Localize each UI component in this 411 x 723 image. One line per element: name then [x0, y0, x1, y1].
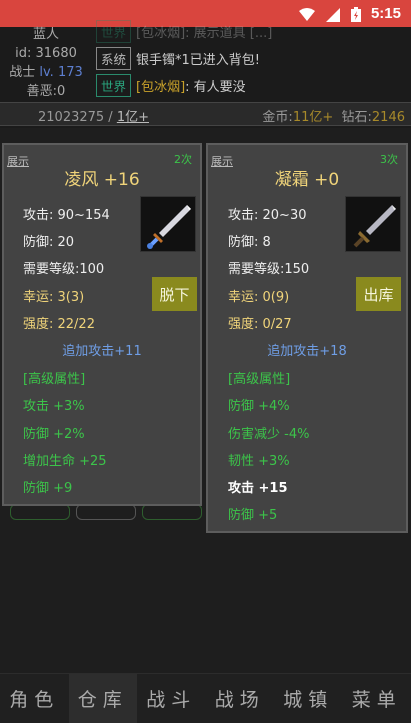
- attack-stat: 攻击: 90~154: [23, 208, 110, 223]
- bottom-nav: 角色 仓库 战斗 战场 城镇 菜单: [0, 673, 411, 723]
- luck-stat: 幸运: 0(9): [228, 290, 290, 305]
- grid-slot[interactable]: [142, 504, 202, 520]
- attribute-item: 攻击 +3%: [23, 399, 85, 414]
- unequip-button[interactable]: 脱下: [152, 277, 197, 311]
- warehouse-item-panel: 展示 3次 凝霜 +0 攻击: 20~30 防御: 8 需要等级:150 幸运:…: [206, 143, 408, 533]
- attack-stat: 攻击: 20~30: [228, 208, 307, 223]
- defense-stat: 防御: 8: [228, 235, 271, 250]
- sword-icon: [345, 196, 401, 252]
- chat-line[interactable]: 世界 [包冰烟] : 有人要没: [96, 72, 411, 99]
- attribute-item: 防御 +5: [228, 508, 278, 523]
- extra-attack: 追加攻击+18: [267, 344, 347, 359]
- advanced-attributes-header: [高级属性]: [23, 372, 86, 387]
- bag-capacity[interactable]: 21023275 / 1亿+: [38, 106, 149, 125]
- grid-slot[interactable]: [10, 504, 70, 520]
- player-info: 蓝人 id: 31680 战士 lv. 173 善恶:0: [0, 25, 92, 101]
- chat-panel: 世界 [包冰烟]: 展示道具 [...] 系统 银手镯*1已进入背包! 世界 […: [96, 18, 411, 99]
- required-level: 需要等级:150: [228, 262, 310, 277]
- tab-battle[interactable]: 战斗: [137, 674, 206, 723]
- player-karma: 善恶:0: [26, 84, 66, 99]
- tab-character[interactable]: 角色: [0, 674, 69, 723]
- luck-stat: 幸运: 3(3): [23, 290, 85, 305]
- attribute-item: 韧性 +3%: [228, 454, 290, 469]
- chat-line[interactable]: 系统 银手镯*1已进入背包!: [96, 45, 411, 72]
- attribute-item: 攻击 +15: [228, 481, 288, 496]
- strength-stat: 强度: 22/22: [23, 317, 95, 332]
- currency-bar: 21023275 / 1亿+ 金币:11亿+ 钻石:2146: [0, 102, 411, 126]
- attribute-item: 增加生命 +25: [23, 454, 107, 469]
- required-level: 需要等级:100: [23, 262, 105, 277]
- attribute-item: 防御 +4%: [228, 399, 290, 414]
- sword-icon: [140, 196, 196, 252]
- chat-text: 银手镯*1已进入背包!: [136, 53, 260, 68]
- chat-channel: 世界: [96, 20, 132, 43]
- grid-slot[interactable]: [76, 504, 136, 520]
- chat-line[interactable]: 世界 [包冰烟]: 展示道具 [...]: [96, 18, 411, 45]
- currency-values: 金币:11亿+ 钻石:2146: [262, 110, 405, 125]
- player-class: 战士 lv. 173: [9, 65, 83, 80]
- item-title: 凌风 +16: [64, 170, 140, 190]
- advanced-attributes-header: [高级属性]: [228, 372, 291, 387]
- strength-stat: 强度: 0/27: [228, 317, 292, 332]
- defense-stat: 防御: 20: [23, 235, 75, 250]
- player-name: 蓝人: [32, 27, 59, 42]
- tab-warehouse[interactable]: 仓库: [68, 674, 137, 723]
- tab-town[interactable]: 城镇: [274, 674, 343, 723]
- attribute-item: 伤害减少 -4%: [228, 427, 310, 442]
- chat-channel: 系统: [96, 47, 132, 70]
- item-title: 凝霜 +0: [274, 170, 340, 190]
- extra-attack: 追加攻击+11: [62, 344, 142, 359]
- equipped-item-panel: 展示 2次 凌风 +16 攻击: 90~154 防御: 20 需要等级:100 …: [2, 143, 202, 506]
- withdraw-button[interactable]: 出库: [356, 277, 401, 311]
- tab-menu[interactable]: 菜单: [343, 674, 411, 723]
- attribute-item: 防御 +2%: [23, 427, 85, 442]
- chat-sender[interactable]: [包冰烟]: [136, 76, 185, 95]
- chat-text: : 有人要没: [185, 80, 246, 95]
- chat-channel: 世界: [96, 74, 132, 97]
- tab-battlefield[interactable]: 战场: [206, 674, 275, 723]
- chat-text: [包冰烟]: 展示道具 [...]: [136, 26, 273, 41]
- player-id: id: 31680: [15, 46, 77, 61]
- attribute-item: 防御 +9: [23, 481, 73, 496]
